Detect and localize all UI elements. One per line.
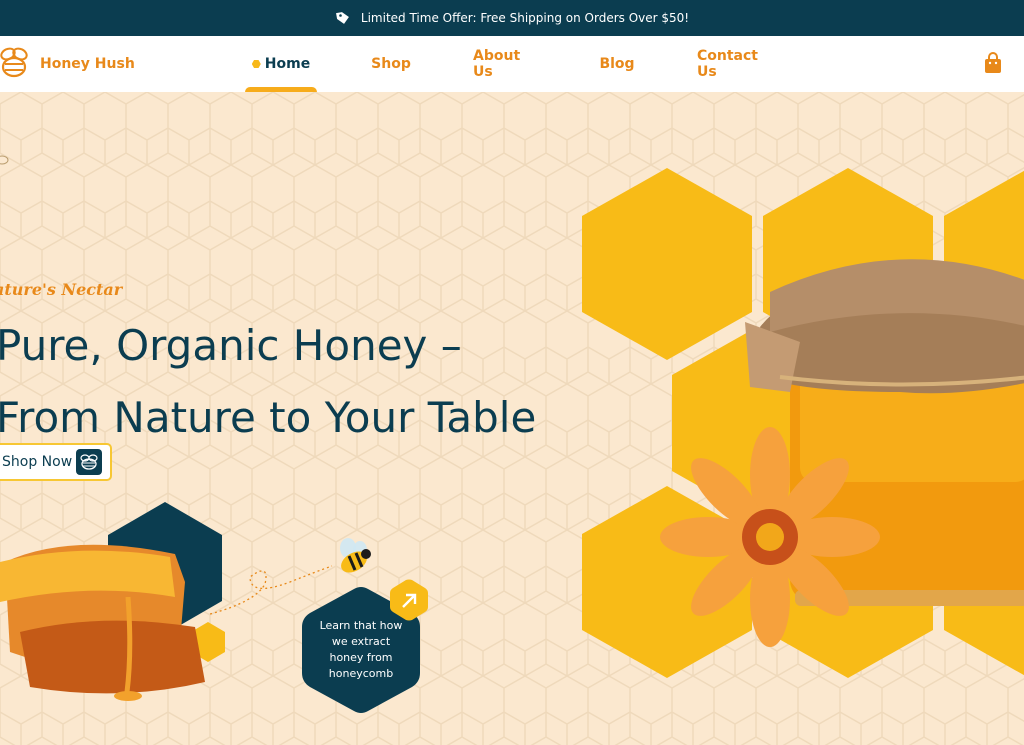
nav-blog[interactable]: Blog: [599, 36, 635, 92]
brand-name: Honey Hush: [40, 56, 135, 72]
announcement-text: Limited Time Offer: Free Shipping on Ord…: [360, 11, 690, 25]
announcement-bar: Limited Time Offer: Free Shipping on Ord…: [0, 0, 1024, 36]
bee-logo-icon: [0, 44, 32, 84]
arrow-up-right-icon[interactable]: [389, 579, 429, 625]
headline-line-1: Pure, Organic Honey –: [0, 321, 462, 370]
honeycomb-illustration: [0, 544, 205, 701]
tag-icon: [335, 10, 351, 26]
nav-shop[interactable]: Shop: [371, 36, 411, 92]
headline-line-2: From Nature to Your Table: [0, 393, 537, 442]
shopping-bag-icon[interactable]: [983, 52, 1003, 74]
brand-logo[interactable]: Honey Hush: [0, 46, 135, 82]
nav-contact-us[interactable]: Contact Us: [697, 36, 773, 92]
nav-blog-label: Blog: [599, 56, 635, 72]
nav-links: Home Shop About Us Blog Contact Us: [245, 36, 773, 92]
nav-home-label: Home: [264, 56, 311, 72]
nav-home[interactable]: Home: [245, 36, 317, 92]
learn-extraction-text: Learn that how we extract honey from hon…: [319, 619, 403, 680]
bee-outline-icon: [0, 152, 10, 171]
hero-eyebrow: ature's Nectar: [0, 280, 123, 299]
shop-now-button[interactable]: Shop Now: [0, 443, 112, 481]
nav-about-label: About Us: [473, 48, 521, 80]
hexagon-dot-icon: [251, 59, 261, 69]
main-navbar: Honey Hush Home Shop About Us Blog Conta…: [0, 36, 1024, 92]
nav-about-us[interactable]: About Us: [473, 36, 537, 92]
nav-contact-label: Contact Us: [697, 48, 758, 80]
shop-now-label: Shop Now: [2, 454, 73, 470]
hero-section: ature's Nectar Pure, Organic Honey – Fro…: [0, 92, 1024, 745]
bee-icon: [76, 449, 102, 475]
hero-headline: Pure, Organic Honey – From Nature to You…: [0, 310, 656, 454]
nav-shop-label: Shop: [371, 56, 411, 72]
